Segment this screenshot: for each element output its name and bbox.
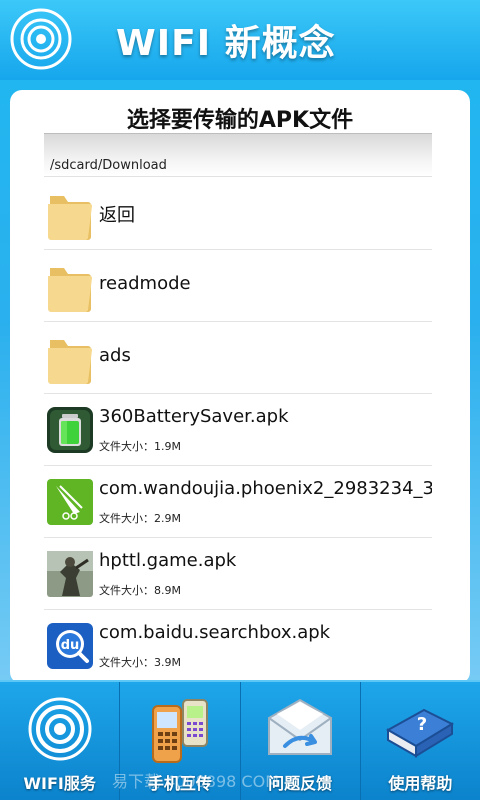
current-path: /sdcard/Download — [50, 158, 167, 173]
nav-label: 问题反馈 — [268, 774, 333, 793]
list-item-apk[interactable]: com.wandoujia.phoenix2_2983234_3.2 文件大小：… — [44, 466, 432, 538]
wifi-service-icon — [28, 697, 92, 761]
list-item-back[interactable]: 返回 — [44, 178, 432, 250]
nav-label: 使用帮助 — [388, 774, 453, 793]
nav-label: 手机互传 — [147, 774, 212, 793]
list-item-folder[interactable]: ads — [44, 322, 432, 394]
battery-app-icon — [47, 407, 93, 453]
phone-transfer-icon — [151, 699, 208, 763]
app-header: WIFI 新概念 — [0, 0, 480, 80]
file-name: hpttl.game.apk — [99, 550, 237, 571]
file-picker-panel: 选择要传输的APK文件 /sdcard/Download 返回 readmode — [10, 90, 470, 684]
nav-help[interactable]: ? 使用帮助 — [361, 682, 480, 800]
file-size: 文件大小：2.9M — [99, 512, 181, 525]
panel-title: 选择要传输的APK文件 — [126, 108, 354, 133]
path-bar: /sdcard/Download — [44, 133, 432, 177]
file-size: 文件大小：1.9M — [99, 440, 181, 453]
file-name: com.wandoujia.phoenix2_2983234_3.2 — [99, 478, 432, 499]
file-name: readmode — [99, 273, 191, 294]
baidu-app-icon: du — [47, 623, 93, 669]
help-book-icon: ? — [386, 708, 455, 758]
wifi-signal-icon — [10, 8, 72, 70]
folder-icon — [48, 196, 92, 241]
svg-text:?: ? — [417, 714, 427, 735]
file-list: 返回 readmode ads 360BatterySaver.apk 文件大小… — [44, 178, 432, 682]
list-item-folder[interactable]: readmode — [44, 250, 432, 322]
file-name: com.baidu.searchbox.apk — [99, 622, 331, 643]
file-size: 文件大小：8.9M — [99, 584, 181, 597]
list-item-apk[interactable]: 360BatterySaver.apk 文件大小：1.9M — [44, 394, 432, 466]
file-name: 返回 — [99, 205, 135, 226]
nav-phone-transfer[interactable]: 手机互传 — [120, 682, 241, 800]
nav-label: WIFI服务 — [23, 774, 96, 793]
feedback-envelope-icon — [268, 698, 333, 755]
folder-icon — [48, 268, 92, 313]
list-item-apk[interactable]: hpttl.game.apk 文件大小：8.9M — [44, 538, 432, 610]
wandoujia-app-icon — [47, 479, 93, 525]
file-size: 文件大小：3.9M — [99, 656, 181, 669]
file-name: ads — [99, 345, 131, 366]
game-app-icon — [47, 551, 93, 597]
bottom-nav: WIFI服务 手机互传 问题反馈 ? 使用帮助 — [0, 680, 480, 800]
folder-icon — [48, 340, 92, 385]
svg-text:du: du — [61, 638, 80, 653]
app-title: WIFI 新概念 — [116, 23, 336, 64]
list-item-apk[interactable]: du com.baidu.searchbox.apk 文件大小：3.9M — [44, 610, 432, 682]
file-name: 360BatterySaver.apk — [99, 406, 289, 427]
nav-feedback[interactable]: 问题反馈 — [241, 682, 361, 800]
nav-wifi-service[interactable]: WIFI服务 — [0, 682, 121, 800]
